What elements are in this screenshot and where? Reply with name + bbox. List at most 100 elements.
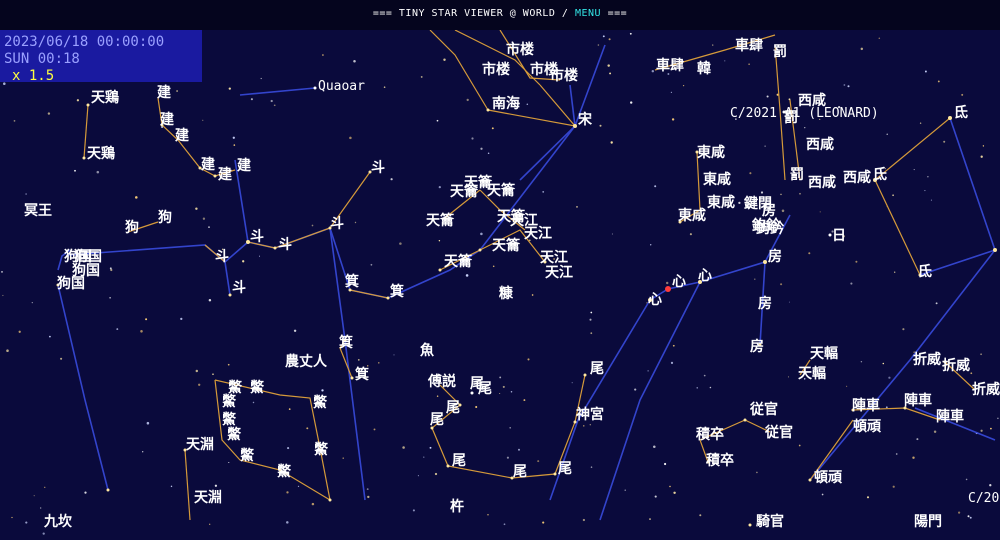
background-star xyxy=(597,44,600,46)
star-label: 宋 xyxy=(578,112,592,128)
background-star xyxy=(273,104,276,107)
background-star xyxy=(892,194,894,197)
background-star xyxy=(383,86,386,88)
background-star xyxy=(780,283,783,286)
background-star xyxy=(933,430,937,433)
background-star xyxy=(202,119,204,121)
background-star xyxy=(417,475,419,477)
star-label: 陽門 xyxy=(914,514,942,530)
star-label: 箕 xyxy=(345,274,359,290)
star-label: 箕 xyxy=(355,367,369,383)
background-star xyxy=(866,496,870,499)
background-star xyxy=(510,390,513,393)
background-star xyxy=(654,185,657,188)
background-star xyxy=(491,127,494,130)
star-label: 天籥 xyxy=(492,238,520,254)
star-label: 狗 xyxy=(158,210,172,226)
background-star xyxy=(40,507,42,509)
background-star xyxy=(378,362,380,364)
background-star xyxy=(804,127,806,129)
background-star xyxy=(523,399,526,402)
star-label: 鉤鈐 xyxy=(756,221,784,237)
background-star xyxy=(487,152,490,154)
background-star xyxy=(882,362,885,365)
title-suffix: === xyxy=(601,8,628,19)
background-star xyxy=(610,141,613,144)
background-star xyxy=(506,456,509,459)
background-star xyxy=(402,446,405,449)
star-label: 尾 xyxy=(558,461,572,477)
background-star xyxy=(198,383,201,386)
background-star xyxy=(286,491,289,494)
star-label: 天江 xyxy=(540,250,568,266)
background-star xyxy=(412,509,415,512)
star-label: 積卒 xyxy=(706,453,734,469)
star-label: 天籥 xyxy=(487,183,515,199)
background-star xyxy=(611,233,613,235)
quaoar-label: Quaoar xyxy=(318,79,365,94)
background-star xyxy=(145,318,148,321)
background-star xyxy=(630,101,633,104)
zoom-level[interactable]: x 1.5 xyxy=(4,68,202,85)
background-star xyxy=(651,69,655,73)
background-star xyxy=(878,37,881,39)
background-star xyxy=(258,255,261,257)
sun-label: 日 xyxy=(832,228,846,244)
background-star xyxy=(924,190,926,192)
comet-edge-label: C/20 xyxy=(968,491,1000,506)
background-star xyxy=(970,372,973,375)
background-star xyxy=(420,75,423,78)
background-star xyxy=(436,395,439,397)
background-star xyxy=(228,87,231,90)
background-star xyxy=(980,353,982,356)
background-star xyxy=(42,532,45,535)
background-star xyxy=(208,226,210,228)
background-star xyxy=(170,485,173,488)
star-label: 車肆 xyxy=(656,58,684,74)
background-star xyxy=(354,221,357,224)
star-label: 市楼 xyxy=(550,68,578,84)
star-label: 建 xyxy=(160,112,174,128)
background-star xyxy=(607,64,610,67)
star-label: 東咸 xyxy=(703,172,731,188)
background-star xyxy=(487,514,489,516)
star-label: 罰 xyxy=(784,110,798,126)
background-star xyxy=(787,376,790,378)
background-star xyxy=(724,60,726,62)
star-label: 折威 xyxy=(913,352,941,368)
background-star xyxy=(788,98,791,101)
background-star xyxy=(366,488,369,491)
background-star xyxy=(135,196,138,199)
star-label: 建 xyxy=(218,167,232,183)
background-star xyxy=(311,502,315,506)
star-label: 韓 xyxy=(697,61,711,77)
star-label: 市楼 xyxy=(506,42,534,58)
background-star xyxy=(913,169,915,171)
background-star xyxy=(808,252,811,255)
background-star xyxy=(798,444,801,447)
background-star xyxy=(49,335,51,338)
background-star xyxy=(233,144,236,146)
background-star xyxy=(250,98,253,101)
background-star xyxy=(609,72,612,75)
star-label: 尾 xyxy=(446,400,460,416)
background-star xyxy=(466,98,469,102)
background-star xyxy=(895,453,898,455)
star-label: 冥王 xyxy=(24,203,52,219)
star-label: 鱉 xyxy=(222,412,236,428)
background-star xyxy=(31,302,33,304)
star-label: 車肆 xyxy=(735,38,763,54)
background-star xyxy=(766,95,769,98)
background-star xyxy=(589,318,592,321)
star-label: 房 xyxy=(758,296,772,312)
background-star xyxy=(670,91,673,94)
star-label: 尾 xyxy=(590,361,604,377)
star-label: 折威 xyxy=(972,382,1000,398)
menu-link[interactable]: MENU xyxy=(575,8,601,19)
background-star xyxy=(370,263,373,266)
background-star xyxy=(671,118,675,121)
background-star xyxy=(892,485,895,488)
background-star xyxy=(480,147,483,150)
background-star xyxy=(518,448,520,451)
star-label: 杵 xyxy=(450,499,464,515)
